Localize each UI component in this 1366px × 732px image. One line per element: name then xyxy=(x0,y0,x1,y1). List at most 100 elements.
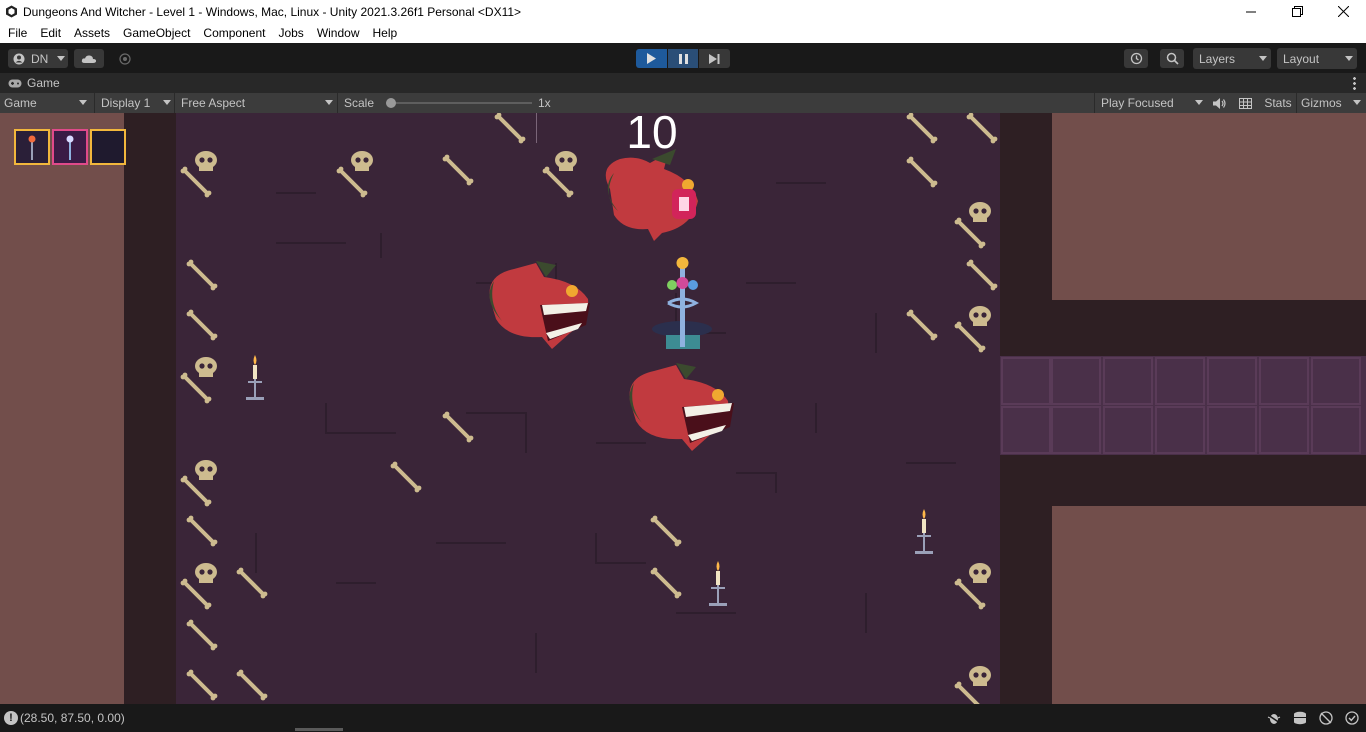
view-mode-dropdown[interactable]: Game xyxy=(4,93,88,113)
cloud-icon xyxy=(81,54,97,63)
demon-enemy[interactable] xyxy=(596,149,708,241)
gamepad-icon xyxy=(8,79,22,87)
game-viewport[interactable]: 10 xyxy=(0,113,1366,704)
lighting-icon xyxy=(1319,711,1333,725)
demon-enemy[interactable] xyxy=(486,259,598,355)
stats-label: Stats xyxy=(1264,96,1292,110)
step-button[interactable] xyxy=(699,49,731,68)
cloud-button[interactable] xyxy=(74,49,104,68)
debug-button[interactable] xyxy=(1266,711,1282,725)
chevron-down-icon xyxy=(1195,100,1203,105)
play-mode-dropdown[interactable]: Play Focused xyxy=(1094,93,1204,113)
layout-dropdown[interactable]: Layout xyxy=(1277,48,1357,69)
inventory-slot-empty[interactable] xyxy=(90,129,126,165)
database-icon xyxy=(1294,711,1306,725)
account-icon xyxy=(13,53,25,64)
title-bar: Dungeons And Witcher - Level 1 - Windows… xyxy=(0,0,1366,23)
chevron-down-icon xyxy=(1345,56,1353,61)
main-toolbar: DN Layers Layout xyxy=(0,43,1366,73)
gizmos-label: Gizmos xyxy=(1301,96,1342,110)
menu-jobs[interactable]: Jobs xyxy=(273,26,308,40)
aspect-label: Free Aspect xyxy=(181,96,246,110)
tab-menu-button[interactable] xyxy=(1352,76,1356,90)
display-label: Display 1 xyxy=(101,96,151,110)
play-button[interactable] xyxy=(636,49,667,68)
menu-edit[interactable]: Edit xyxy=(35,26,66,40)
corridor-wall-bottom xyxy=(1000,455,1366,506)
candles-decor xyxy=(246,355,933,606)
fire-staff-icon xyxy=(28,135,36,160)
restore-button[interactable] xyxy=(1274,0,1320,23)
view-mode-label: Game xyxy=(4,96,37,110)
scale-label: Scale xyxy=(344,96,375,110)
chevron-down-icon xyxy=(163,100,171,105)
stats-button[interactable]: Stats xyxy=(1260,93,1296,113)
scale-slider[interactable] xyxy=(386,98,532,108)
chevron-down-icon xyxy=(1353,100,1361,105)
game-view-toolbar: Game Display 1 Free Aspect Scale 1x Play… xyxy=(0,93,1366,113)
menu-assets[interactable]: Assets xyxy=(69,26,115,40)
mute-audio-button[interactable] xyxy=(1206,93,1232,113)
search-button[interactable] xyxy=(1160,49,1184,68)
chevron-down-icon xyxy=(1259,56,1267,61)
corridor-wall-top xyxy=(1000,300,1366,356)
account-label: DN xyxy=(31,51,49,66)
gizmos-dropdown[interactable]: Gizmos xyxy=(1296,93,1362,113)
status-bar: ! (28.50, 87.50, 0.00) xyxy=(0,704,1366,732)
scale-value: 1x xyxy=(538,96,551,110)
unity-editor: Dungeons And Witcher - Level 1 - Windows… xyxy=(0,0,1366,732)
close-button[interactable] xyxy=(1320,0,1366,23)
chevron-down-icon xyxy=(325,100,333,105)
right-wall-bottom xyxy=(1000,455,1052,704)
player-character xyxy=(652,257,712,349)
step-icon xyxy=(709,53,720,64)
menu-bar: File Edit Assets GameObject Component Jo… xyxy=(0,23,1366,43)
baking-button[interactable] xyxy=(1318,711,1334,725)
cache-button[interactable] xyxy=(1292,711,1308,725)
score-divider xyxy=(536,113,537,143)
aspect-dropdown[interactable]: Free Aspect xyxy=(174,93,335,113)
layout-label: Layout xyxy=(1283,51,1320,66)
tab-game[interactable]: Game xyxy=(0,73,60,93)
history-icon xyxy=(1130,52,1142,65)
tab-game-label: Game xyxy=(27,76,60,90)
layers-dropdown[interactable]: Layers xyxy=(1193,48,1271,69)
menu-help[interactable]: Help xyxy=(368,26,403,40)
scale-slider-thumb[interactable] xyxy=(386,98,396,108)
collab-button[interactable] xyxy=(110,49,140,68)
left-wall xyxy=(124,113,176,704)
menu-window[interactable]: Window xyxy=(312,26,365,40)
demon-enemy[interactable] xyxy=(626,361,738,457)
account-dropdown[interactable]: DN xyxy=(8,49,68,68)
magic-staff-icon xyxy=(66,135,74,160)
grid-icon xyxy=(1238,97,1252,109)
shortcuts-button[interactable] xyxy=(1233,93,1257,113)
target-icon xyxy=(119,52,131,65)
bug-icon xyxy=(1267,714,1281,724)
search-icon xyxy=(1166,52,1179,65)
check-circle-icon xyxy=(1345,711,1359,725)
console-info-icon[interactable]: ! xyxy=(4,711,18,725)
speaker-icon xyxy=(1212,97,1226,109)
game-tab-bar: Game xyxy=(0,73,1366,93)
history-button[interactable] xyxy=(1124,49,1148,68)
inventory-slot[interactable] xyxy=(52,129,88,165)
play-icon xyxy=(647,53,657,64)
menu-component[interactable]: Component xyxy=(198,26,270,40)
minimize-button[interactable] xyxy=(1228,0,1274,23)
unity-logo-icon xyxy=(4,5,18,19)
console-message[interactable]: (28.50, 87.50, 0.00) xyxy=(20,711,125,725)
inventory-bar xyxy=(14,129,126,165)
menu-file[interactable]: File xyxy=(3,26,32,40)
pause-icon xyxy=(678,53,688,64)
play-controls xyxy=(636,49,731,68)
scale-control: Scale 1x xyxy=(337,93,557,113)
chevron-down-icon xyxy=(57,56,65,61)
progress-check-button[interactable] xyxy=(1344,711,1360,725)
progress-scroll-indicator xyxy=(295,728,343,731)
menu-gameobject[interactable]: GameObject xyxy=(118,26,195,40)
display-dropdown[interactable]: Display 1 xyxy=(94,93,172,113)
inventory-slot[interactable] xyxy=(14,129,50,165)
corridor-tiles xyxy=(1001,357,1361,454)
pause-button[interactable] xyxy=(667,49,699,68)
